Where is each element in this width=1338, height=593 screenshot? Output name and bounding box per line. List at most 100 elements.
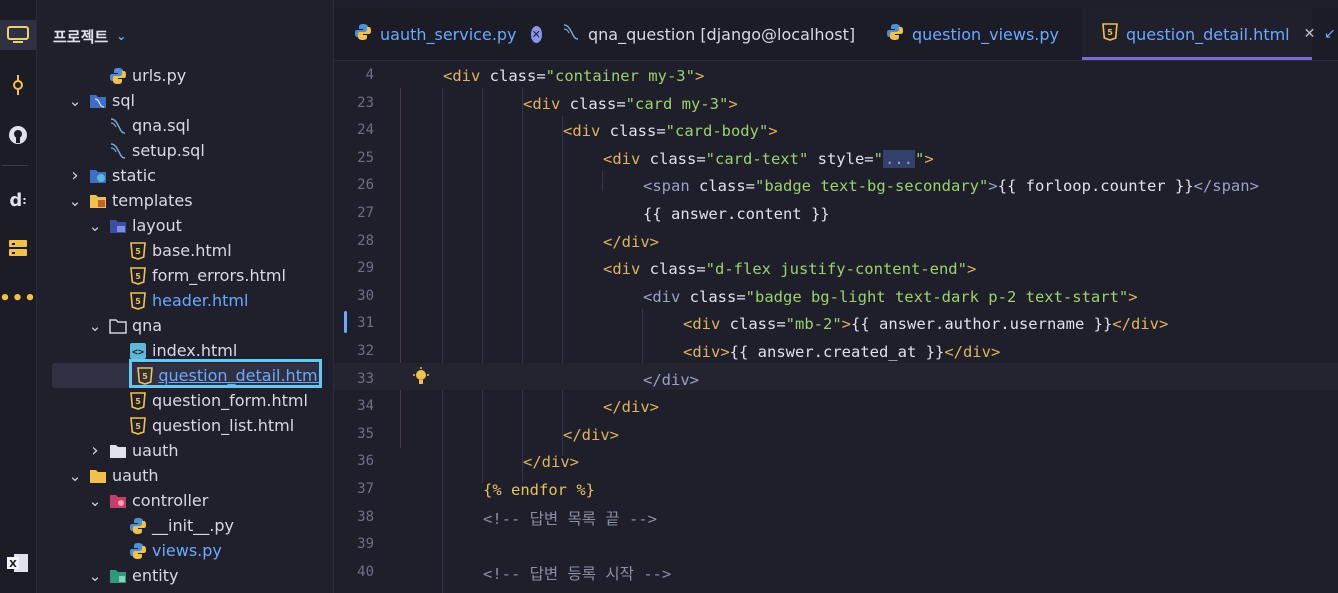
code-line[interactable]: <span class= "badge text-bg-secondary" >{{… [643,172,1259,199]
github-icon[interactable] [0,120,36,150]
tab-overflow-icon[interactable]: ↙ [1324,26,1336,42]
tree-item-label: header.html [152,291,249,310]
database-icon[interactable] [0,233,36,263]
editor-tab-bar: uauth_service.py ✕ qna_question [django@lo… [334,8,1338,61]
chevron-down-icon[interactable]: ⌄ [87,317,103,335]
chevron-right-icon[interactable]: › [67,165,83,186]
python-icon [886,23,904,45]
folder-sql-icon [89,92,107,110]
lightbulb-icon[interactable] [412,367,430,391]
monitor-icon[interactable] [0,20,36,50]
code-line[interactable]: <div class= "card my-3" > [523,90,738,117]
line-number: 30 [357,288,374,304]
code-line[interactable]: </div> [603,228,659,255]
code-token: "container my-3" [545,66,695,85]
tree-item-question-list-html[interactable]: 5 question_list.html [37,413,327,438]
code-line[interactable]: <div class= "d-flex justify-content-end" > [603,255,976,282]
tree-item-uauth[interactable]: › uauth [37,438,327,463]
svg-text:5: 5 [143,372,149,381]
chevron-down-icon[interactable]: ⌄ [67,467,83,485]
code-token: class= [640,149,706,168]
code-line[interactable]: </div> [523,448,579,475]
folder-gray-icon [109,442,127,460]
line-number: 28 [357,233,374,249]
tree-item-label: static [112,166,156,185]
tab-question-views-py[interactable]: question_views.py [866,8,1082,60]
code-editor[interactable]: 4 <div class= "container my-3" >23 <div clas… [334,61,1338,593]
tree-item-views-py[interactable]: views.py [37,538,327,563]
code-token: </div> [944,342,1001,361]
line-number: 40 [357,564,374,580]
tab-qna-question-django-localhost-[interactable]: qna_question [django@localhost] [542,8,866,60]
chevron-right-icon[interactable]: › [87,440,103,461]
python-icon [129,542,147,560]
tree-item-qna[interactable]: ⌄ qna [37,313,327,338]
code-line[interactable]: {% endfor %} [483,476,595,503]
chevron-down-icon[interactable]: ⌄ [87,217,103,235]
activity-bar: d: ••• X [0,0,37,593]
close-icon[interactable]: ✕ [1304,26,1316,42]
code-token: <!-- 답변 목록 끝 --> [483,509,657,528]
tree-item-entity[interactable]: ⌄ entity [37,563,327,588]
tab-question-detail-html[interactable]: 5 question_detail.html ✕ [1082,8,1315,60]
code-token: > [768,121,778,140]
code-line[interactable]: <!-- 답변 등록 시작 --> [483,559,671,586]
code-line[interactable]: <div class= "container my-3" > [443,62,704,89]
tree-item-templates[interactable]: ⌄ templates [37,188,327,213]
code-token: ... [882,149,915,168]
chevron-down-icon[interactable]: ⌄ [67,92,83,110]
code-line[interactable]: </div> [643,366,699,393]
code-line[interactable]: <div class= "badge bg-light text-dark p-2… [643,283,1138,310]
tree-item-question-detail-html[interactable]: 5 question_detail.html [52,363,322,388]
code-line[interactable]: </div> [563,421,619,448]
code-line[interactable]: </div> [603,393,659,420]
code-line[interactable]: <div>{{ answer.created_at }} </div> [683,338,1000,365]
code-line[interactable]: <!-- 답변 목록 끝 --> [483,504,657,531]
tree-item-sql[interactable]: ⌄ sql [37,88,327,113]
tree-item-base-html[interactable]: 5 base.html [37,238,327,263]
tree-item-static[interactable]: › static [37,163,327,188]
python-icon [354,23,372,45]
tree-item--init-py[interactable]: __init__.py [37,513,327,538]
code-token: " [873,149,883,168]
close-icon[interactable]: ✕ [530,25,542,43]
code-token: class= [640,259,706,278]
code-token: "badge bg-light text-dark p-2 text-start… [745,287,1129,306]
tab-label: question_views.py [912,24,1060,44]
chevron-down-icon[interactable]: ⌄ [87,567,103,585]
tree-item-form-errors-html[interactable]: 5 form_errors.html [37,263,327,288]
tree-item-setup-sql[interactable]: setup.sql [37,138,327,163]
indent-guide [562,116,563,456]
more-icon[interactable]: ••• [0,283,36,313]
tree-item-header-html[interactable]: 5 header.html [37,288,327,313]
code-token: <span [643,176,690,195]
code-token: <div [603,149,641,168]
line-number: 23 [357,95,374,111]
code-token: </span> [1193,176,1259,195]
tree-item-label: question_list.html [152,416,295,435]
tab-label: question_detail.html [1126,24,1290,44]
code-line[interactable]: <div class= "card-body" > [563,117,778,144]
commit-icon[interactable] [0,70,36,100]
code-token: </div> [1112,314,1169,333]
tree-item-layout[interactable]: ⌄ layout [37,213,327,238]
tree-item-urls-py[interactable]: urls.py [37,63,327,88]
sql-file-icon [109,142,127,160]
tree-item-controller[interactable]: ⌄ controller [37,488,327,513]
chevron-down-icon[interactable]: ⌄ [67,192,83,210]
tree-item-qna-sql[interactable]: qna.sql [37,113,327,138]
code-token: <div [643,287,681,306]
tree-item-question-form-html[interactable]: 5 question_form.html [37,388,327,413]
tree-item-label: question_detail.html [158,366,322,385]
docker-icon[interactable]: d: [0,185,36,215]
code-line[interactable]: <div class= "mb-2" >{{ answer.author.usern… [683,310,1168,337]
tree-item-index-html[interactable]: <> index.html [37,338,327,363]
code-line[interactable]: {{ answer.content }} [643,200,830,227]
excel-icon[interactable]: X [0,548,36,578]
chevron-down-icon[interactable]: ⌄ [87,492,103,510]
code-line[interactable]: <div class= "card-text" style= "... " > [603,145,934,172]
tree-item-uauth[interactable]: ⌄ uauth [37,463,327,488]
svg-text:<>: <> [132,347,144,358]
project-header[interactable]: 프로젝트 ⌄ [53,24,126,48]
tab-uauth-service-py[interactable]: uauth_service.py ✕ [334,8,542,60]
